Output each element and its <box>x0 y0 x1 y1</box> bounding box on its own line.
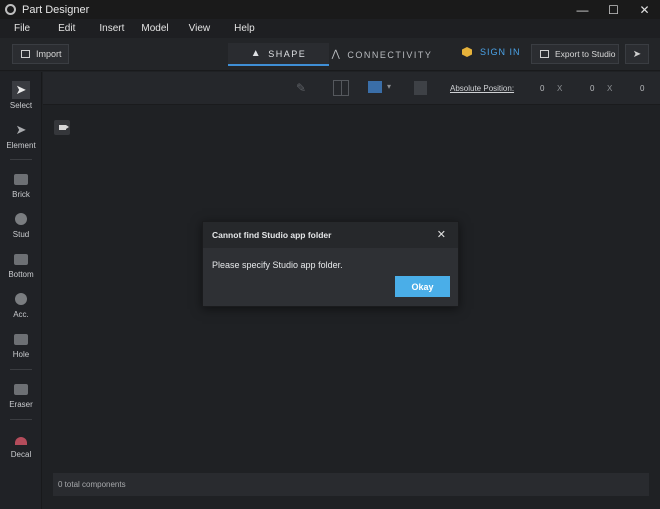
component-count: 0 total components <box>58 480 126 489</box>
tool-stud[interactable]: Stud <box>0 210 42 239</box>
3d-viewport[interactable] <box>43 106 660 509</box>
tool-hole[interactable]: Hole <box>0 330 42 359</box>
menu-model[interactable]: Model <box>139 23 170 34</box>
position-z-value[interactable]: 0 <box>640 84 644 93</box>
shape-icon: ▲ <box>250 48 263 59</box>
error-dialog: Cannot find Studio app folder ✕ Please s… <box>202 221 459 307</box>
sidebar-divider <box>10 159 32 160</box>
dialog-close-icon[interactable]: ✕ <box>437 228 446 241</box>
sign-in-link[interactable]: SIGN IN <box>462 47 521 57</box>
axis-x-label: X <box>557 84 563 93</box>
tool-brick[interactable]: Brick <box>0 170 42 199</box>
decal-icon <box>15 437 27 445</box>
tool-bottom[interactable]: Bottom <box>0 250 42 279</box>
tool-hole-label: Hole <box>12 350 30 359</box>
menu-view[interactable]: View <box>187 23 213 34</box>
close-button[interactable]: ✕ <box>629 0 660 19</box>
sidebar-divider <box>10 419 32 420</box>
cursor-icon: ➤ <box>12 81 30 99</box>
absolute-position-label[interactable]: Absolute Position: <box>450 84 514 93</box>
dialog-header: Cannot find Studio app folder ✕ <box>203 222 458 248</box>
title-bar: Part Designer — ☐ ✕ <box>0 0 660 19</box>
tool-decal-label: Decal <box>10 450 32 459</box>
tool-eraser-label: Eraser <box>9 400 33 409</box>
eraser-icon <box>14 384 28 395</box>
sign-in-label: SIGN IN <box>480 47 521 57</box>
bottom-icon <box>14 254 28 265</box>
tool-bottom-label: Bottom <box>8 270 34 279</box>
window-title: Part Designer <box>22 3 90 16</box>
maximize-button[interactable]: ☐ <box>598 0 629 19</box>
layers-icon[interactable] <box>368 81 382 93</box>
tool-brick-label: Brick <box>12 190 30 199</box>
chevron-down-icon[interactable]: ▾ <box>387 82 391 91</box>
export-icon <box>540 50 549 58</box>
tool-sidebar: ➤ Select ➤ Element Brick Stud Bottom Acc… <box>0 72 42 509</box>
tab-shape[interactable]: ▲ SHAPE <box>228 43 329 66</box>
tool-element[interactable]: ➤ Element <box>0 121 42 150</box>
dialog-title: Cannot find Studio app folder <box>212 230 332 240</box>
document-icon[interactable] <box>414 81 427 95</box>
edit-toolbar: ✎ ▾ Absolute Position: 0 X 0 X 0 <box>43 72 660 105</box>
main-toolbar: Import ▲ SHAPE ⋀ CONNECTIVITY SIGN IN Ex… <box>0 38 660 71</box>
position-y-value[interactable]: 0 <box>590 84 594 93</box>
hole-icon <box>14 334 28 345</box>
tab-shape-label: SHAPE <box>268 48 307 59</box>
grid-icon[interactable] <box>333 80 349 96</box>
send-button[interactable]: ➤ <box>625 44 649 64</box>
accessory-icon <box>15 293 27 305</box>
tab-connectivity[interactable]: ⋀ CONNECTIVITY <box>331 43 433 66</box>
tool-decal[interactable]: Decal <box>0 430 42 459</box>
tool-element-label: Element <box>6 141 36 150</box>
tool-stud-label: Stud <box>12 230 30 239</box>
menu-bar: File Edit Insert Model View Help <box>0 19 660 38</box>
tool-select[interactable]: ➤ Select <box>0 81 42 110</box>
menu-insert[interactable]: Insert <box>97 23 126 34</box>
window-controls: — ☐ ✕ <box>567 0 660 19</box>
menu-file[interactable]: File <box>12 23 32 34</box>
import-icon <box>21 50 30 58</box>
export-to-studio-button[interactable]: Export to Studio <box>531 44 619 64</box>
video-camera-icon <box>58 125 69 130</box>
tool-select-label: Select <box>9 101 33 110</box>
axis-x-label: X <box>607 84 613 93</box>
tab-connectivity-label: CONNECTIVITY <box>347 49 433 60</box>
okay-button[interactable]: Okay <box>395 276 450 297</box>
sidebar-divider <box>10 369 32 370</box>
app-logo-icon <box>5 4 16 15</box>
element-cursor-icon: ➤ <box>15 122 27 137</box>
paper-plane-icon: ➤ <box>632 48 642 60</box>
import-label: Import <box>36 49 62 59</box>
camera-button[interactable] <box>54 120 70 135</box>
import-button[interactable]: Import <box>12 44 69 64</box>
menu-help[interactable]: Help <box>232 23 257 34</box>
pencil-icon[interactable]: ✎ <box>296 81 306 95</box>
tool-eraser[interactable]: Eraser <box>0 380 42 409</box>
menu-edit[interactable]: Edit <box>56 23 77 34</box>
dialog-message: Please specify Studio app folder. <box>212 260 343 270</box>
tool-accessory-label: Acc. <box>13 310 29 319</box>
minimize-button[interactable]: — <box>567 0 598 19</box>
brick-icon <box>14 174 28 185</box>
export-label: Export to Studio <box>555 49 616 59</box>
status-bar: 0 total components <box>53 473 649 496</box>
position-x-value[interactable]: 0 <box>540 84 544 93</box>
tool-accessory[interactable]: Acc. <box>0 290 42 319</box>
hexagon-icon <box>462 47 472 57</box>
stud-icon <box>15 213 27 225</box>
connectivity-icon: ⋀ <box>331 49 342 60</box>
